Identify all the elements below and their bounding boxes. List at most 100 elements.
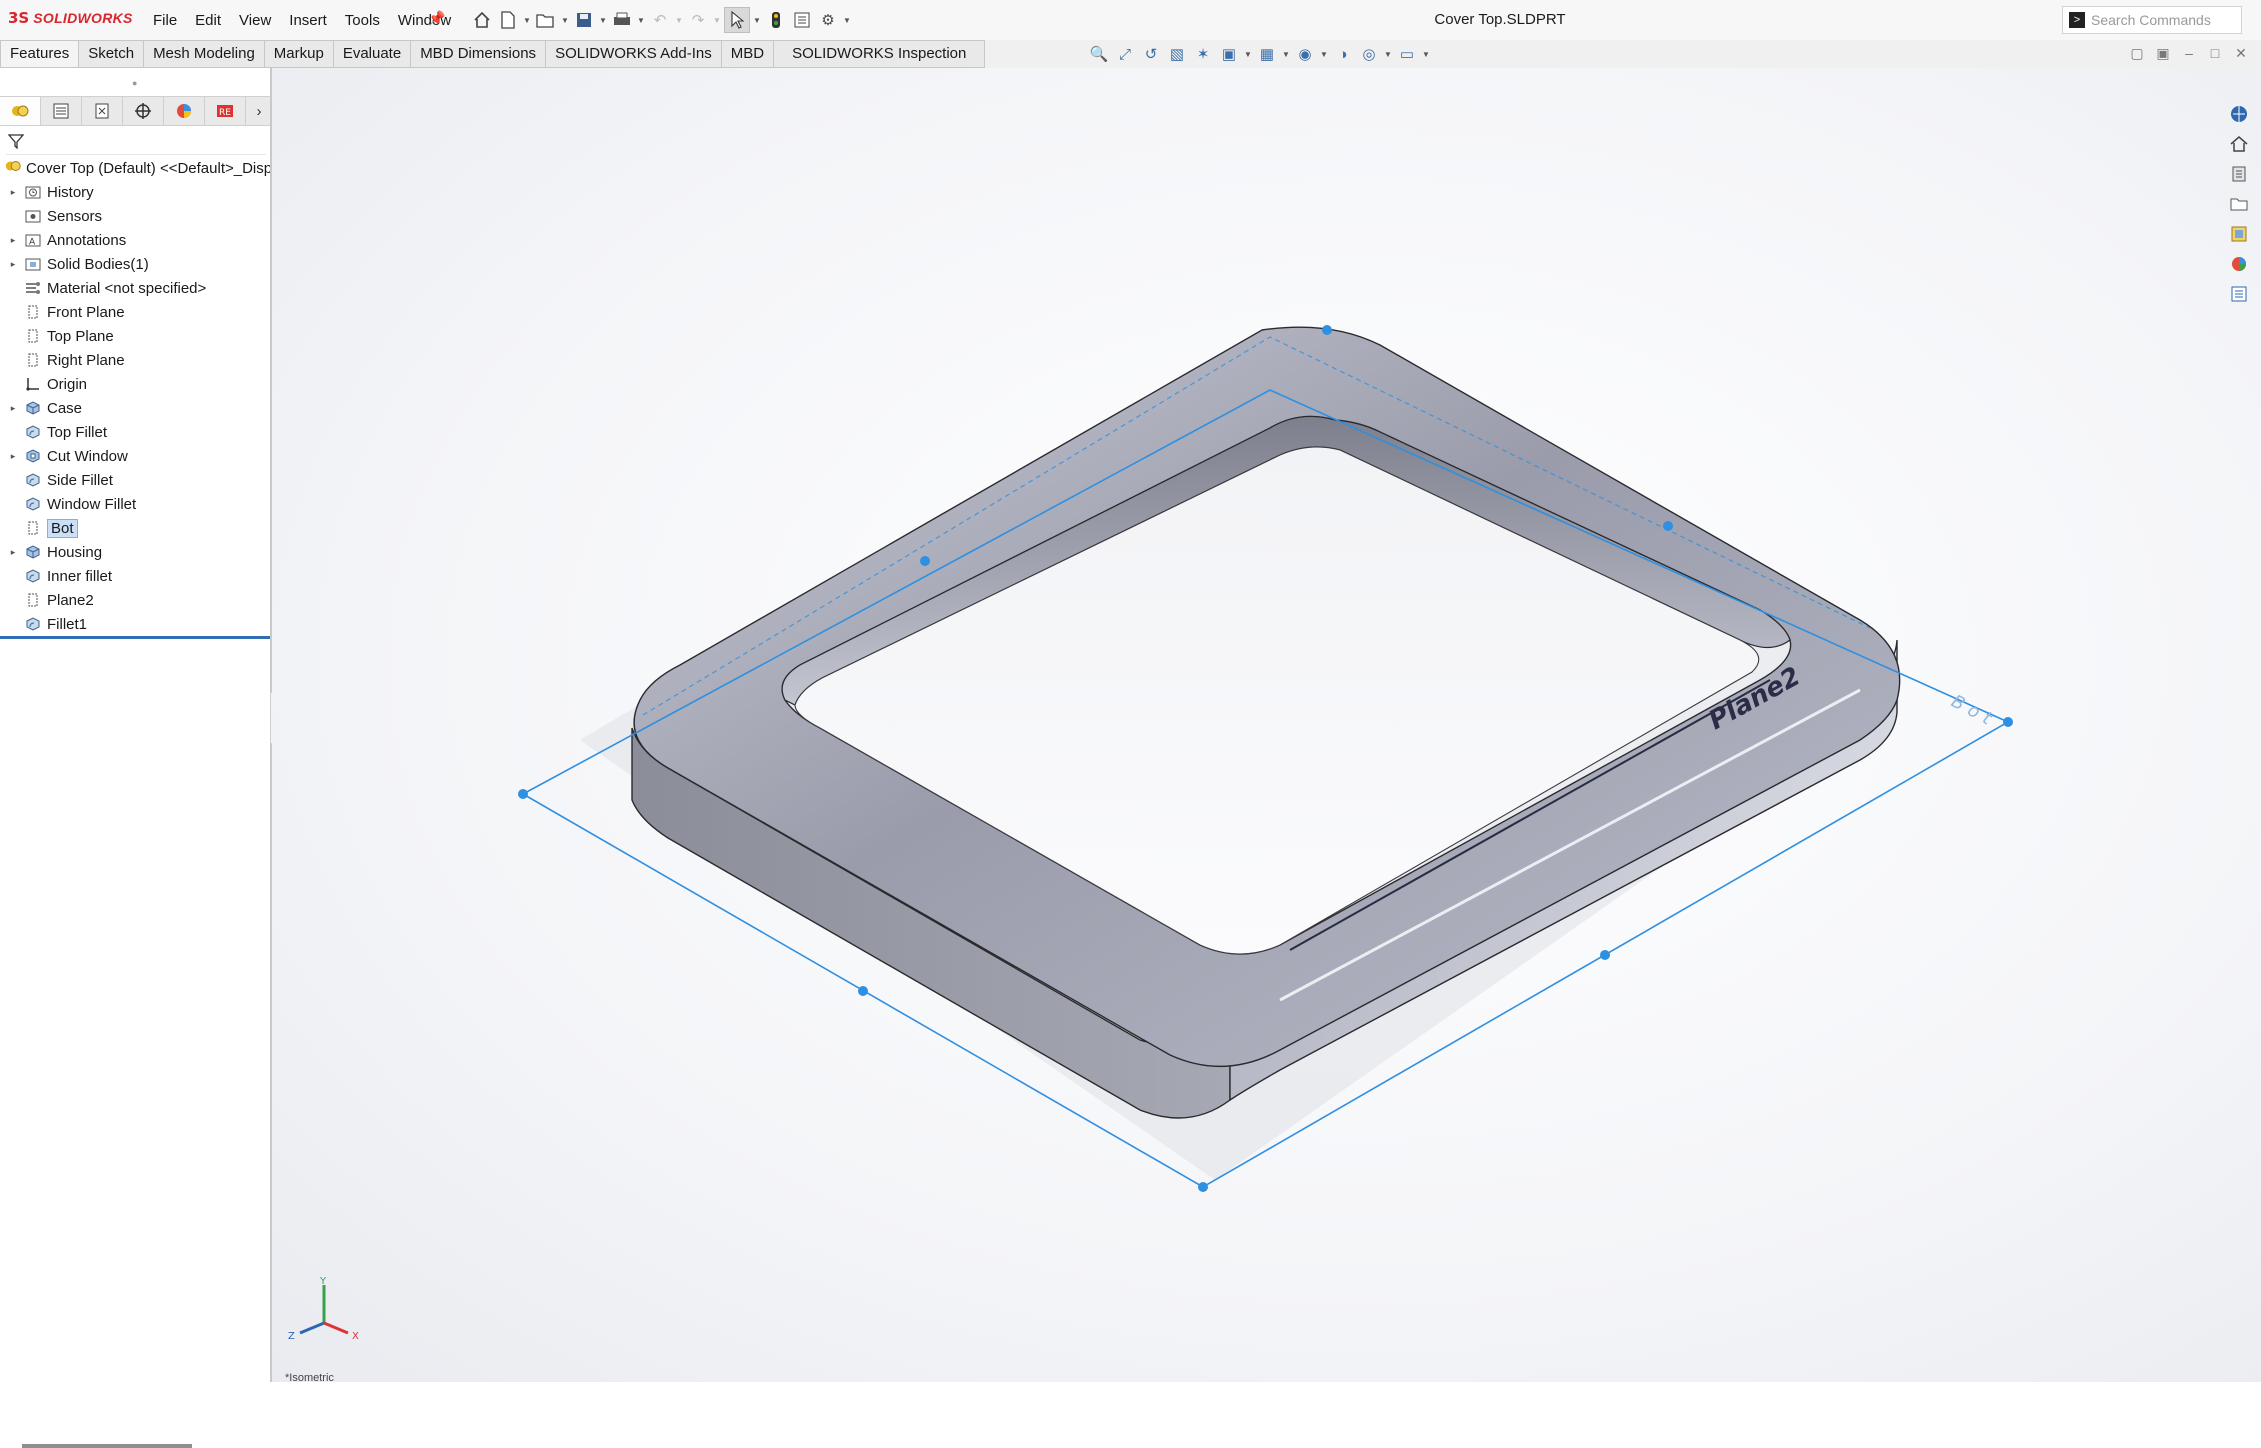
horizontal-scrollbar[interactable] — [22, 1444, 192, 1448]
displaymanager-tab-icon[interactable] — [164, 97, 205, 125]
chevron-down-icon[interactable]: ▼ — [674, 8, 684, 32]
tree-item-inner-fillet[interactable]: Inner fillet — [0, 564, 270, 588]
expand-chevron-icon[interactable]: ▸ — [6, 259, 20, 270]
print-icon[interactable] — [610, 8, 634, 32]
chevron-down-icon[interactable]: ▼ — [1244, 50, 1252, 59]
menu-insert[interactable]: Insert — [280, 11, 336, 31]
hide-show-items-icon[interactable]: ◉ — [1294, 43, 1316, 65]
expand-chevron-icon[interactable]: ▸ — [6, 403, 20, 414]
tree-item-right-plane[interactable]: Right Plane — [0, 348, 270, 372]
undo-icon[interactable]: ↶ — [648, 8, 672, 32]
panel-grip[interactable]: ● — [132, 78, 137, 88]
dimxpert-tab-icon[interactable] — [123, 97, 164, 125]
apply-scene-icon[interactable]: ◎ — [1358, 43, 1380, 65]
tab-sketch[interactable]: Sketch — [79, 40, 145, 68]
menu-view[interactable]: View — [230, 11, 280, 31]
solidworks-resources-icon[interactable] — [2226, 100, 2252, 128]
search-commands-box[interactable]: > Search Commands — [2062, 6, 2242, 34]
tree-item-history[interactable]: ▸ History — [0, 180, 270, 204]
chevron-down-icon[interactable]: ▼ — [1282, 50, 1290, 59]
featuremanager-tab-icon[interactable] — [0, 97, 41, 125]
view-settings-icon[interactable]: ▭ — [1396, 43, 1418, 65]
edit-appearance-icon[interactable]: ◑ — [1332, 43, 1354, 65]
custom-properties-icon[interactable] — [2226, 280, 2252, 308]
previous-view-icon[interactable]: ↺ — [1140, 43, 1162, 65]
open-folder-icon[interactable] — [534, 8, 558, 32]
propertymanager-tab-icon[interactable] — [41, 97, 82, 125]
tab-mesh-modeling[interactable]: Mesh Modeling — [144, 40, 265, 68]
save-icon[interactable] — [572, 8, 596, 32]
app-logo[interactable]: 3S SOLIDWORKS — [8, 9, 133, 27]
tree-item-window-fillet[interactable]: Window Fillet — [0, 492, 270, 516]
chevron-down-icon[interactable]: ▼ — [598, 8, 608, 32]
tab-features[interactable]: Features — [0, 40, 80, 68]
plane-handle[interactable] — [920, 556, 930, 566]
tree-item-top-plane[interactable]: Top Plane — [0, 324, 270, 348]
plane-handle[interactable] — [518, 789, 528, 799]
file-explorer-icon[interactable] — [2226, 190, 2252, 218]
tree-item-case[interactable]: ▸ Case — [0, 396, 270, 420]
plane-handle[interactable] — [1198, 1182, 1208, 1192]
chevron-down-icon[interactable]: ▼ — [1384, 50, 1392, 59]
chevron-down-icon[interactable]: ▼ — [712, 8, 722, 32]
plane-handle[interactable] — [1322, 325, 1332, 335]
zoom-to-fit-icon[interactable]: 🔍 — [1088, 43, 1110, 65]
expand-chevron-icon[interactable]: ▸ — [6, 547, 20, 558]
home-icon[interactable] — [2226, 130, 2252, 158]
chevron-down-icon[interactable]: ▼ — [560, 8, 570, 32]
tree-item-material-not-specified[interactable]: Material <not specified> — [0, 276, 270, 300]
tree-item-sensors[interactable]: Sensors — [0, 204, 270, 228]
menu-file[interactable]: File — [144, 11, 186, 31]
menu-window[interactable]: Window — [389, 11, 460, 31]
tab-solidworks-add-ins[interactable]: SOLIDWORKS Add-Ins — [546, 40, 722, 68]
expand-chevron-icon[interactable]: ▸ — [6, 187, 20, 198]
redo-icon[interactable]: ↷ — [686, 8, 710, 32]
tree-item-bot[interactable]: Bot — [0, 516, 270, 540]
display-style-icon[interactable]: ▦ — [1256, 43, 1278, 65]
chevron-down-icon[interactable]: ▼ — [842, 8, 852, 32]
configurationmanager-tab-icon[interactable] — [82, 97, 123, 125]
section-view-icon[interactable]: ▧ — [1166, 43, 1188, 65]
tree-item-annotations[interactable]: ▸ A Annotations — [0, 228, 270, 252]
tree-item-fillet1[interactable]: Fillet1 — [0, 612, 270, 636]
file-properties-icon[interactable] — [790, 8, 814, 32]
rebuild-traffic-light-icon[interactable] — [764, 8, 788, 32]
dynamic-annotation-icon[interactable]: ✶ — [1192, 43, 1214, 65]
maximize-icon[interactable]: □ — [2206, 44, 2224, 62]
expand-chevron-icon[interactable]: ▸ — [6, 451, 20, 462]
expand-chevron-icon[interactable]: ▸ — [6, 235, 20, 246]
home-icon[interactable] — [470, 8, 494, 32]
tab-mbd[interactable]: MBD — [721, 40, 775, 68]
minimize-icon[interactable]: – — [2180, 44, 2198, 62]
pin-menu-icon[interactable]: 📌 — [428, 10, 445, 27]
tree-item-solid-bodies-1[interactable]: ▸ Solid Bodies(1) — [0, 252, 270, 276]
options-gear-icon[interactable]: ⚙ — [816, 8, 840, 32]
menu-edit[interactable]: Edit — [186, 11, 230, 31]
graphics-area[interactable]: Plane2 Bot — [272, 68, 2261, 1382]
tree-item-front-plane[interactable]: Front Plane — [0, 300, 270, 324]
tree-item-housing[interactable]: ▸ Housing — [0, 540, 270, 564]
tree-item-cut-window[interactable]: ▸ Cut Window — [0, 444, 270, 468]
plane-handle[interactable] — [2003, 717, 2013, 727]
restore-window-icon[interactable]: ▣ — [2154, 44, 2172, 62]
zoom-to-area-icon[interactable]: ⤢ — [1114, 43, 1136, 65]
search-input[interactable]: Search Commands — [2091, 12, 2211, 28]
tab-markup[interactable]: Markup — [264, 40, 334, 68]
cam-tab-icon[interactable]: RE — [205, 97, 246, 125]
view-palette-icon[interactable] — [2226, 220, 2252, 248]
new-document-icon[interactable] — [496, 8, 520, 32]
chevron-down-icon[interactable]: ▼ — [1422, 50, 1430, 59]
chevron-right-icon[interactable]: › — [248, 97, 270, 125]
tree-item-side-fillet[interactable]: Side Fillet — [0, 468, 270, 492]
tree-item-top-fillet[interactable]: Top Fillet — [0, 420, 270, 444]
tab-solidworks-inspection[interactable]: SOLIDWORKS Inspection — [774, 40, 986, 68]
appearances-icon[interactable] — [2226, 250, 2252, 278]
tree-item-plane2[interactable]: Plane2 — [0, 588, 270, 612]
model-view[interactable]: Plane2 Bot — [272, 68, 2261, 1382]
plane-handle[interactable] — [1600, 950, 1610, 960]
chevron-down-icon[interactable]: ▼ — [636, 8, 646, 32]
select-arrow-icon[interactable] — [724, 7, 750, 33]
chevron-down-icon[interactable]: ▼ — [522, 8, 532, 32]
tree-filter[interactable] — [6, 130, 266, 155]
tile-window-icon[interactable]: ▢ — [2128, 44, 2146, 62]
